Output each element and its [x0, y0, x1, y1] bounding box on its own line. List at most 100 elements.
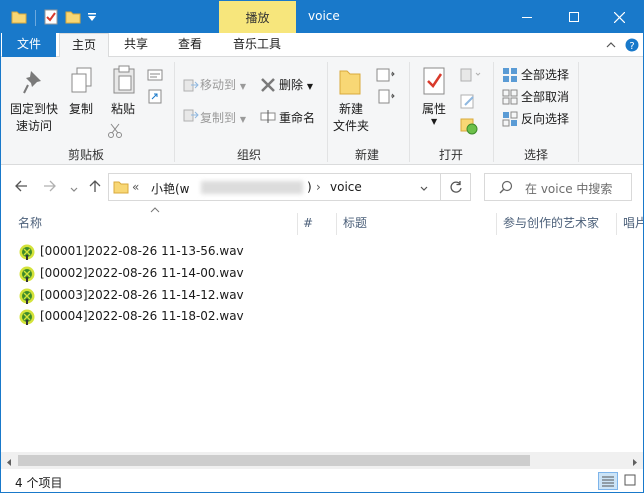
chevron-down-icon: ▼ [239, 82, 246, 91]
paste-shortcut-icon[interactable] [147, 88, 163, 104]
collapse-ribbon-icon[interactable] [605, 39, 617, 54]
group-label-open: 打开 [438, 148, 463, 162]
tab-share[interactable]: 共享 [111, 33, 161, 57]
breadcrumb-separator: › [316, 180, 321, 194]
maximize-icon [569, 12, 579, 22]
details-view-icon [602, 476, 614, 487]
copy-to-label: 复制到 [200, 111, 237, 125]
close-button[interactable] [596, 1, 642, 33]
breadcrumb-close-paren: ) [307, 180, 312, 194]
group-label-select: 选择 [523, 148, 548, 162]
copy-path-icon[interactable] [147, 67, 163, 83]
maximize-button[interactable] [550, 1, 596, 33]
up-arrow-icon[interactable] [88, 179, 102, 197]
overflow-chevron[interactable]: « [132, 180, 139, 194]
rename-button[interactable]: 重命名 [279, 108, 315, 128]
tab-view[interactable]: 查看 [165, 33, 215, 57]
refresh-button[interactable] [441, 173, 471, 201]
navigation-bar: « 小艳(w ) › voice 在 voice 中搜索 [1, 165, 643, 209]
new-folder-icon[interactable] [65, 9, 81, 28]
divider [493, 62, 494, 162]
item-count: 4 个项目 [15, 476, 63, 490]
move-to-icon [183, 77, 199, 93]
large-icons-view-button[interactable] [621, 472, 641, 490]
cut-icon[interactable] [107, 123, 123, 139]
horizontal-scrollbar[interactable] [1, 452, 643, 469]
group-label-clipboard: 剪贴板 [67, 148, 104, 162]
new-folder-button[interactable]: 新建 文件夹 [329, 101, 373, 135]
new-item-icon[interactable] [376, 67, 395, 83]
breadcrumb-current[interactable]: voice [330, 180, 362, 194]
history-icon[interactable] [460, 117, 478, 135]
easy-access-icon[interactable] [376, 89, 395, 105]
customize-qat-icon[interactable] [87, 11, 97, 25]
context-tab-play[interactable]: 播放 [219, 1, 296, 33]
column-header-number[interactable]: # [303, 209, 313, 237]
select-none-icon [502, 89, 518, 105]
folder-icon [113, 179, 129, 198]
address-bar[interactable]: « 小艳(w ) › voice [108, 173, 441, 201]
folder-icon[interactable] [11, 9, 27, 28]
file-name: [00003]2022-08-26 11-14-12.wav [40, 288, 244, 302]
column-header-contributing-artists[interactable]: 参与创作的艺术家 [503, 209, 599, 237]
tab-music-tools[interactable]: 音乐工具 [221, 33, 293, 57]
properties-icon[interactable] [43, 9, 59, 28]
delete-icon [260, 77, 276, 93]
properties-button[interactable]: 属性 [415, 101, 453, 118]
chevron-down-icon: ▼ [239, 115, 246, 124]
select-none-button[interactable]: 全部取消 [521, 87, 569, 107]
breadcrumb-parent[interactable]: 小艳(w [151, 180, 190, 197]
ribbon-tabs: 文件 主页 共享 查看 音乐工具 ? [1, 33, 643, 58]
column-header-title[interactable]: 标题 [343, 209, 367, 237]
title-bar: 播放 voice [1, 1, 643, 33]
divider [35, 10, 36, 26]
recent-locations-icon[interactable] [69, 181, 79, 199]
minimize-button[interactable] [504, 1, 550, 33]
details-view-button[interactable] [598, 472, 618, 490]
invert-selection-button[interactable]: 反向选择 [521, 109, 569, 129]
help-icon[interactable]: ? [625, 38, 639, 55]
copy-button[interactable]: 复制 [65, 101, 97, 118]
pin-to-quick-access-button[interactable]: 固定到快 速访问 [7, 101, 61, 135]
open-icon[interactable] [460, 67, 481, 83]
list-item[interactable]: [00002]2022-08-26 11-14-00.wav [17, 263, 247, 284]
large-icons-view-icon [624, 474, 636, 486]
move-to-button[interactable]: 移动到 ▼ [200, 75, 246, 95]
group-label-organize: 组织 [236, 148, 261, 162]
select-all-button[interactable]: 全部选择 [521, 65, 569, 85]
copy-icon [71, 67, 93, 98]
invert-selection-icon [502, 111, 518, 127]
copy-to-button[interactable]: 复制到 ▼ [200, 108, 246, 128]
divider [616, 213, 617, 235]
list-item[interactable]: [00003]2022-08-26 11-14-12.wav [17, 285, 247, 306]
tab-file[interactable]: 文件 [2, 33, 56, 57]
blurred-text [201, 181, 303, 194]
divider [327, 62, 328, 162]
paste-button[interactable]: 粘贴 [107, 101, 139, 118]
chevron-down-icon: ▼ [306, 82, 313, 91]
search-placeholder: 在 voice 中搜索 [525, 182, 613, 196]
svg-text:?: ? [629, 41, 634, 52]
search-box[interactable]: 在 voice 中搜索 [484, 173, 632, 201]
column-header-name[interactable]: 名称 [18, 209, 42, 237]
scroll-right-icon[interactable] [631, 456, 639, 470]
column-header-album[interactable]: 唱片 [623, 209, 643, 237]
explorer-window: 播放 voice 文件 主页 共享 查看 音乐工具 ? 固定到快 速访问 复制 … [0, 0, 644, 493]
forward-arrow-icon[interactable] [43, 179, 57, 197]
list-item[interactable]: [00001]2022-08-26 11-13-56.wav [17, 241, 247, 262]
back-arrow-icon[interactable] [14, 179, 28, 197]
divider [336, 213, 337, 235]
address-dropdown-icon[interactable] [419, 183, 429, 197]
delete-button[interactable]: 删除 ▼ [279, 75, 313, 95]
divider [174, 62, 175, 162]
scrollbar-thumb[interactable] [18, 455, 530, 466]
file-name: [00001]2022-08-26 11-13-56.wav [40, 244, 244, 258]
minimize-icon [522, 17, 532, 18]
scroll-left-icon[interactable] [5, 456, 13, 470]
list-item[interactable]: [00004]2022-08-26 11-18-02.wav [17, 306, 247, 327]
edit-icon[interactable] [460, 93, 476, 109]
paste-icon [112, 65, 136, 98]
status-bar: 4 个项目 [1, 469, 643, 492]
select-all-icon [502, 67, 518, 83]
tab-home[interactable]: 主页 [59, 33, 109, 58]
